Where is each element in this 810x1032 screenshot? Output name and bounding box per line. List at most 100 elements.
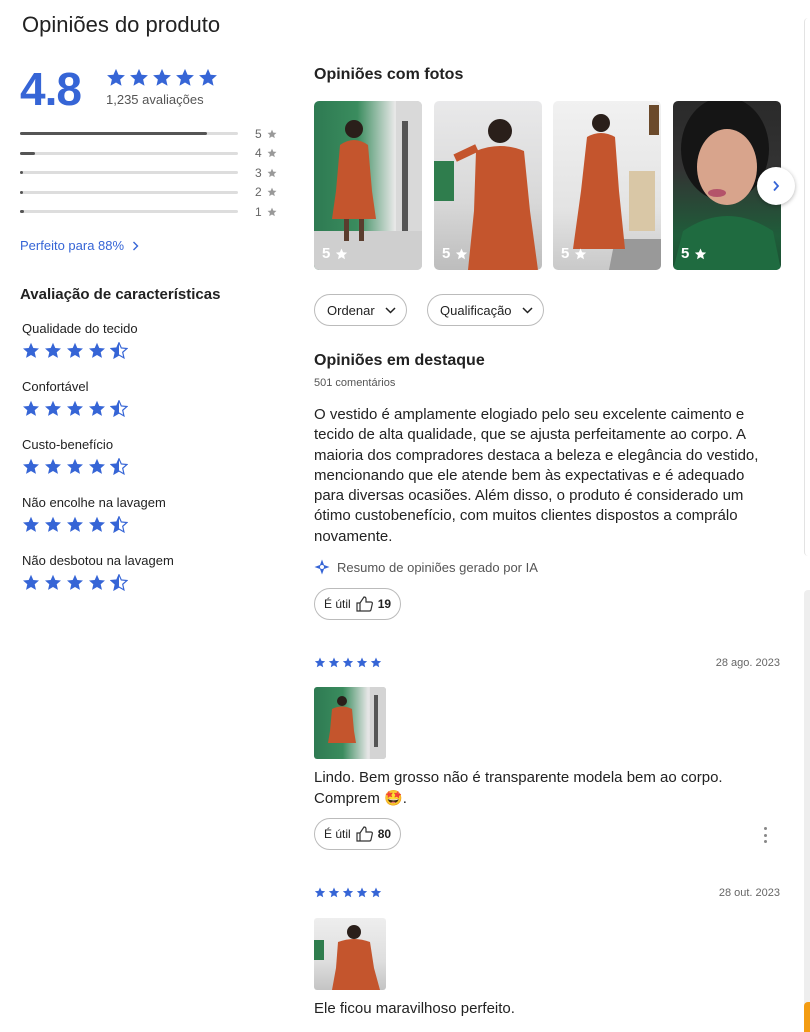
- distribution-label: 3: [255, 165, 262, 180]
- feature-name: Não encolhe na lavagem: [22, 495, 166, 510]
- feature-name: Qualidade do tecido: [22, 321, 138, 336]
- chevron-down-icon: [385, 306, 396, 314]
- distribution-bar: [20, 132, 238, 136]
- star-icon: [67, 458, 83, 474]
- half-star-icon: [110, 458, 128, 475]
- photo-rating: 5: [561, 245, 570, 262]
- distribution-fill: [20, 190, 24, 194]
- review-photo[interactable]: 5: [553, 101, 661, 270]
- chevron-down-icon: [522, 306, 533, 314]
- rating-distribution: 5 4 3 2 1: [20, 124, 282, 222]
- star-icon: [23, 516, 39, 532]
- feature-name: Custo-benefício: [22, 437, 114, 452]
- rating-filter-label: Qualificação: [440, 302, 512, 318]
- distribution-label: 1: [255, 204, 262, 219]
- rating-filter-dropdown[interactable]: Qualificação: [427, 294, 544, 326]
- review-body: Lindo. Bem grosso não é transparente mod…: [314, 769, 723, 807]
- star-icon: [67, 342, 83, 358]
- review-date: 28 ago. 2023: [715, 657, 780, 669]
- star-icon: [267, 148, 277, 158]
- features-title: Avaliação de características: [20, 286, 221, 303]
- feature-no-fade: Não desbotou na lavagem: [22, 553, 174, 591]
- star-icon: [695, 248, 707, 259]
- feature-name: Confortável: [22, 379, 89, 394]
- star-icon: [107, 68, 125, 86]
- useful-label: É útil: [324, 597, 351, 611]
- star-icon: [89, 342, 105, 358]
- star-icon: [45, 400, 61, 416]
- star-icon: [328, 657, 340, 668]
- feature-no-shrink: Não encolhe na lavagem: [22, 495, 166, 533]
- review-stars: [314, 657, 382, 668]
- star-icon: [89, 516, 105, 532]
- star-icon: [342, 887, 354, 898]
- review-text: Lindo. Bem grosso não é transparente mod…: [314, 767, 776, 809]
- feature-stars: [22, 400, 128, 417]
- review-date: 28 out. 2023: [718, 887, 780, 899]
- review-photo[interactable]: 5: [314, 101, 422, 270]
- star-icon: [89, 400, 105, 416]
- photo-rating: 5: [681, 245, 690, 262]
- distribution-fill: [20, 210, 25, 214]
- average-stars: [106, 68, 218, 87]
- review-useful-button[interactable]: É útil 80: [314, 818, 402, 850]
- summary-useful-button[interactable]: É útil 19: [314, 588, 402, 620]
- sort-dropdown[interactable]: Ordenar: [314, 294, 407, 326]
- distribution-fill: [20, 132, 208, 136]
- star-icon: [370, 887, 382, 898]
- review-stars: [314, 887, 382, 898]
- half-star-icon: [110, 516, 128, 533]
- star-icon: [153, 68, 171, 86]
- star-icon: [314, 657, 326, 668]
- review-body-end: .: [402, 790, 407, 807]
- perfect-for-link[interactable]: Perfeito para 88%: [20, 238, 139, 253]
- ai-summary-note: Resumo de opiniões gerado por IA: [314, 559, 538, 575]
- distribution-row[interactable]: 2: [20, 183, 282, 203]
- page-title: Opiniões do produto: [22, 12, 221, 37]
- review-photo-thumbnail[interactable]: [314, 687, 386, 759]
- star-icon: [314, 887, 326, 898]
- person-photo-icon: [328, 687, 386, 759]
- thumbs-up-icon: [356, 826, 373, 842]
- person-photo-icon: [314, 925, 380, 990]
- review-photo[interactable]: 5: [434, 101, 542, 270]
- star-icon: [267, 129, 277, 138]
- star-icon: [267, 187, 277, 197]
- useful-count: 80: [377, 827, 392, 841]
- distribution-row[interactable]: 1: [20, 202, 282, 222]
- star-icon: [130, 68, 148, 86]
- star-icon: [23, 342, 39, 358]
- feature-name: Não desbotou na lavagem: [22, 553, 174, 568]
- distribution-bar: [20, 151, 238, 155]
- scroll-indicator[interactable]: [804, 1002, 810, 1032]
- distribution-fill: [20, 151, 36, 155]
- review-count: 1,235 avaliações: [106, 92, 204, 107]
- more-options-icon[interactable]: [760, 825, 770, 845]
- star-icon: [456, 248, 468, 259]
- distribution-fill: [20, 171, 24, 175]
- distribution-bar: [20, 210, 238, 214]
- distribution-row[interactable]: 3: [20, 163, 282, 183]
- distribution-row[interactable]: 4: [20, 144, 282, 164]
- star-icon: [336, 248, 348, 259]
- photo-rating: 5: [442, 245, 451, 262]
- star-icon: [267, 168, 277, 177]
- distribution-row[interactable]: 5: [20, 124, 282, 144]
- star-icon: [342, 657, 354, 668]
- scrollbar[interactable]: [804, 590, 810, 1032]
- distribution-label: 5: [255, 126, 262, 141]
- review-photo-thumbnail[interactable]: [314, 918, 386, 990]
- photos-next-button[interactable]: [757, 167, 795, 205]
- half-star-icon: [110, 400, 128, 417]
- star-icon: [356, 657, 368, 668]
- perfect-for-label: Perfeito para 88%: [20, 238, 125, 253]
- feature-stars: [22, 458, 128, 475]
- scroll-track[interactable]: [804, 18, 810, 556]
- distribution-bar: [20, 190, 238, 194]
- star-icon: [89, 574, 105, 590]
- half-star-icon: [110, 574, 128, 591]
- feature-stars: [22, 516, 166, 533]
- star-icon: [356, 887, 368, 898]
- feature-value: Custo-benefício: [22, 437, 128, 475]
- average-score: 4.8: [20, 63, 82, 115]
